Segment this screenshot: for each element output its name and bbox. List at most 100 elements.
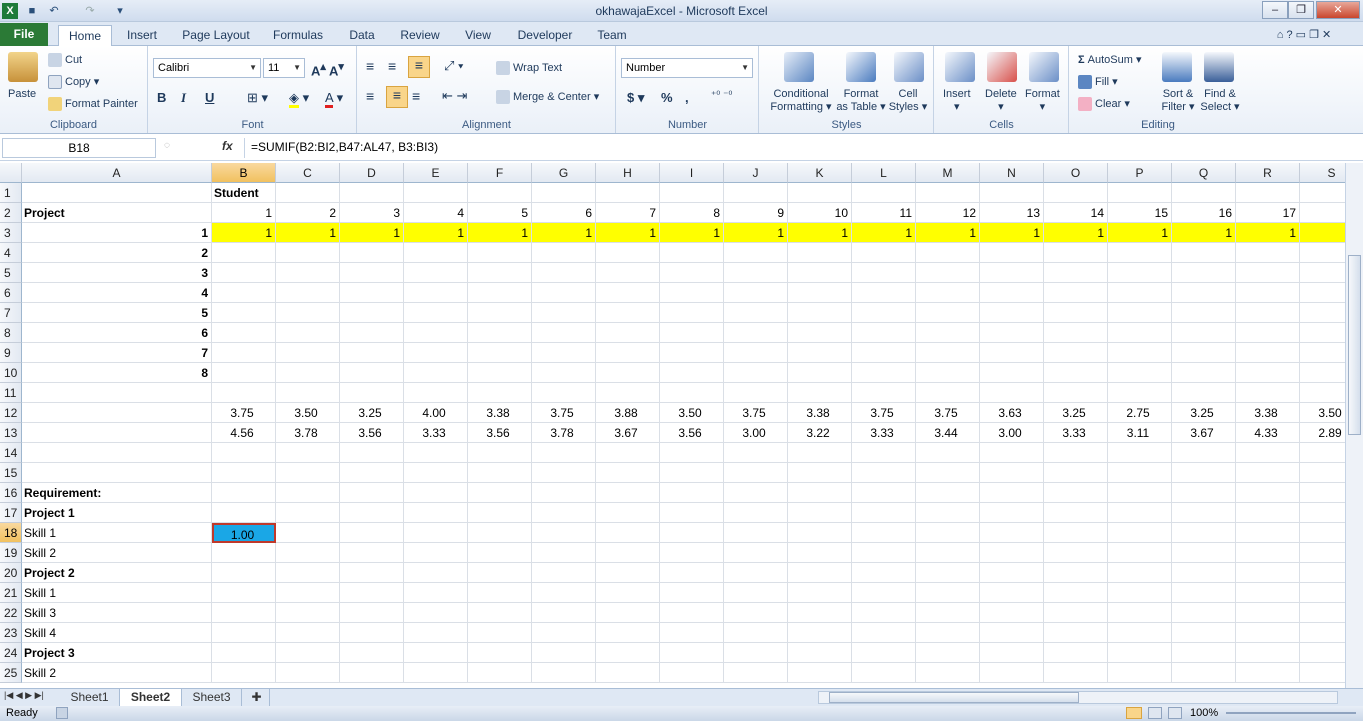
cell-G25[interactable] bbox=[532, 663, 596, 683]
cell-N12[interactable]: 3.63 bbox=[980, 403, 1044, 423]
horizontal-scrollbar[interactable] bbox=[818, 691, 1338, 704]
cell-I9[interactable] bbox=[660, 343, 724, 363]
align-right-icon[interactable]: ≡ bbox=[412, 88, 420, 104]
cell-J4[interactable] bbox=[724, 243, 788, 263]
cell-F1[interactable] bbox=[468, 183, 532, 203]
cell-K23[interactable] bbox=[788, 623, 852, 643]
cell-M13[interactable]: 3.44 bbox=[916, 423, 980, 443]
column-header-F[interactable]: F bbox=[468, 163, 532, 183]
cell-L12[interactable]: 3.75 bbox=[852, 403, 916, 423]
font-name-select[interactable]: Calibri ▼ bbox=[153, 58, 261, 78]
cell-P25[interactable] bbox=[1108, 663, 1172, 683]
align-left-icon[interactable]: ≡ bbox=[366, 88, 374, 104]
row-header-21[interactable]: 21 bbox=[0, 583, 22, 603]
cell-K15[interactable] bbox=[788, 463, 852, 483]
cell-A11[interactable] bbox=[22, 383, 212, 403]
cell-F8[interactable] bbox=[468, 323, 532, 343]
cell-D23[interactable] bbox=[340, 623, 404, 643]
tab-team[interactable]: Team bbox=[590, 25, 634, 46]
cell-L18[interactable] bbox=[852, 523, 916, 543]
cell-C14[interactable] bbox=[276, 443, 340, 463]
cell-F21[interactable] bbox=[468, 583, 532, 603]
cell-E4[interactable] bbox=[404, 243, 468, 263]
cell-F2[interactable]: 5 bbox=[468, 203, 532, 223]
cell-B7[interactable] bbox=[212, 303, 276, 323]
cell-I22[interactable] bbox=[660, 603, 724, 623]
tab-page-layout[interactable]: Page Layout bbox=[176, 25, 256, 46]
cell-J18[interactable] bbox=[724, 523, 788, 543]
cell-R25[interactable] bbox=[1236, 663, 1300, 683]
column-header-C[interactable]: C bbox=[276, 163, 340, 183]
row-header-22[interactable]: 22 bbox=[0, 603, 22, 623]
cell-S9[interactable] bbox=[1300, 343, 1345, 363]
tab-view[interactable]: View bbox=[456, 25, 500, 46]
cell-K11[interactable] bbox=[788, 383, 852, 403]
cell-H12[interactable]: 3.88 bbox=[596, 403, 660, 423]
column-header-M[interactable]: M bbox=[916, 163, 980, 183]
macro-record-icon[interactable] bbox=[56, 707, 68, 719]
cell-P24[interactable] bbox=[1108, 643, 1172, 663]
cell-G17[interactable] bbox=[532, 503, 596, 523]
cell-O6[interactable] bbox=[1044, 283, 1108, 303]
cell-B9[interactable] bbox=[212, 343, 276, 363]
cell-S14[interactable] bbox=[1300, 443, 1345, 463]
cell-O5[interactable] bbox=[1044, 263, 1108, 283]
cell-M15[interactable] bbox=[916, 463, 980, 483]
cell-C12[interactable]: 3.50 bbox=[276, 403, 340, 423]
cell-O3[interactable]: 1 bbox=[1044, 223, 1108, 243]
cell-C4[interactable] bbox=[276, 243, 340, 263]
cell-N5[interactable] bbox=[980, 263, 1044, 283]
cell-L15[interactable] bbox=[852, 463, 916, 483]
minimize-button[interactable]: – bbox=[1262, 1, 1288, 19]
cell-H7[interactable] bbox=[596, 303, 660, 323]
cell-G4[interactable] bbox=[532, 243, 596, 263]
cell-I7[interactable] bbox=[660, 303, 724, 323]
cell-A6[interactable]: 4 bbox=[22, 283, 212, 303]
cell-Q10[interactable] bbox=[1172, 363, 1236, 383]
cell-E5[interactable] bbox=[404, 263, 468, 283]
cell-O25[interactable] bbox=[1044, 663, 1108, 683]
cell-C8[interactable] bbox=[276, 323, 340, 343]
clear-button[interactable]: Clear ▾ bbox=[1078, 97, 1130, 112]
cell-M16[interactable] bbox=[916, 483, 980, 503]
cell-A12[interactable] bbox=[22, 403, 212, 423]
cell-B15[interactable] bbox=[212, 463, 276, 483]
cell-A25[interactable]: Skill 2 bbox=[22, 663, 212, 683]
top-align-icon[interactable]: ≡ bbox=[366, 58, 374, 74]
column-header-P[interactable]: P bbox=[1108, 163, 1172, 183]
cell-A8[interactable]: 6 bbox=[22, 323, 212, 343]
cell-E18[interactable] bbox=[404, 523, 468, 543]
cell-E11[interactable] bbox=[404, 383, 468, 403]
cell-M19[interactable] bbox=[916, 543, 980, 563]
cell-K24[interactable] bbox=[788, 643, 852, 663]
cell-N19[interactable] bbox=[980, 543, 1044, 563]
cell-A23[interactable]: Skill 4 bbox=[22, 623, 212, 643]
tab-developer[interactable]: Developer bbox=[510, 25, 580, 46]
cell-E21[interactable] bbox=[404, 583, 468, 603]
cell-A16[interactable]: Requirement: bbox=[22, 483, 212, 503]
cell-S21[interactable] bbox=[1300, 583, 1345, 603]
cell-N21[interactable] bbox=[980, 583, 1044, 603]
cell-F16[interactable] bbox=[468, 483, 532, 503]
cell-J7[interactable] bbox=[724, 303, 788, 323]
font-color-button[interactable]: A ▾ bbox=[325, 90, 343, 108]
row-header-23[interactable]: 23 bbox=[0, 623, 22, 643]
column-header-A[interactable]: A bbox=[22, 163, 212, 183]
cell-G6[interactable] bbox=[532, 283, 596, 303]
cell-L3[interactable]: 1 bbox=[852, 223, 916, 243]
cell-E1[interactable] bbox=[404, 183, 468, 203]
cell-J2[interactable]: 9 bbox=[724, 203, 788, 223]
cell-S6[interactable] bbox=[1300, 283, 1345, 303]
cell-Q2[interactable]: 16 bbox=[1172, 203, 1236, 223]
cell-O23[interactable] bbox=[1044, 623, 1108, 643]
cell-C10[interactable] bbox=[276, 363, 340, 383]
cell-I14[interactable] bbox=[660, 443, 724, 463]
cell-N18[interactable] bbox=[980, 523, 1044, 543]
cell-P4[interactable] bbox=[1108, 243, 1172, 263]
sheet-tab-2[interactable]: Sheet2 bbox=[120, 689, 182, 707]
cell-J21[interactable] bbox=[724, 583, 788, 603]
cell-C20[interactable] bbox=[276, 563, 340, 583]
cell-L21[interactable] bbox=[852, 583, 916, 603]
cell-I3[interactable]: 1 bbox=[660, 223, 724, 243]
cell-P21[interactable] bbox=[1108, 583, 1172, 603]
